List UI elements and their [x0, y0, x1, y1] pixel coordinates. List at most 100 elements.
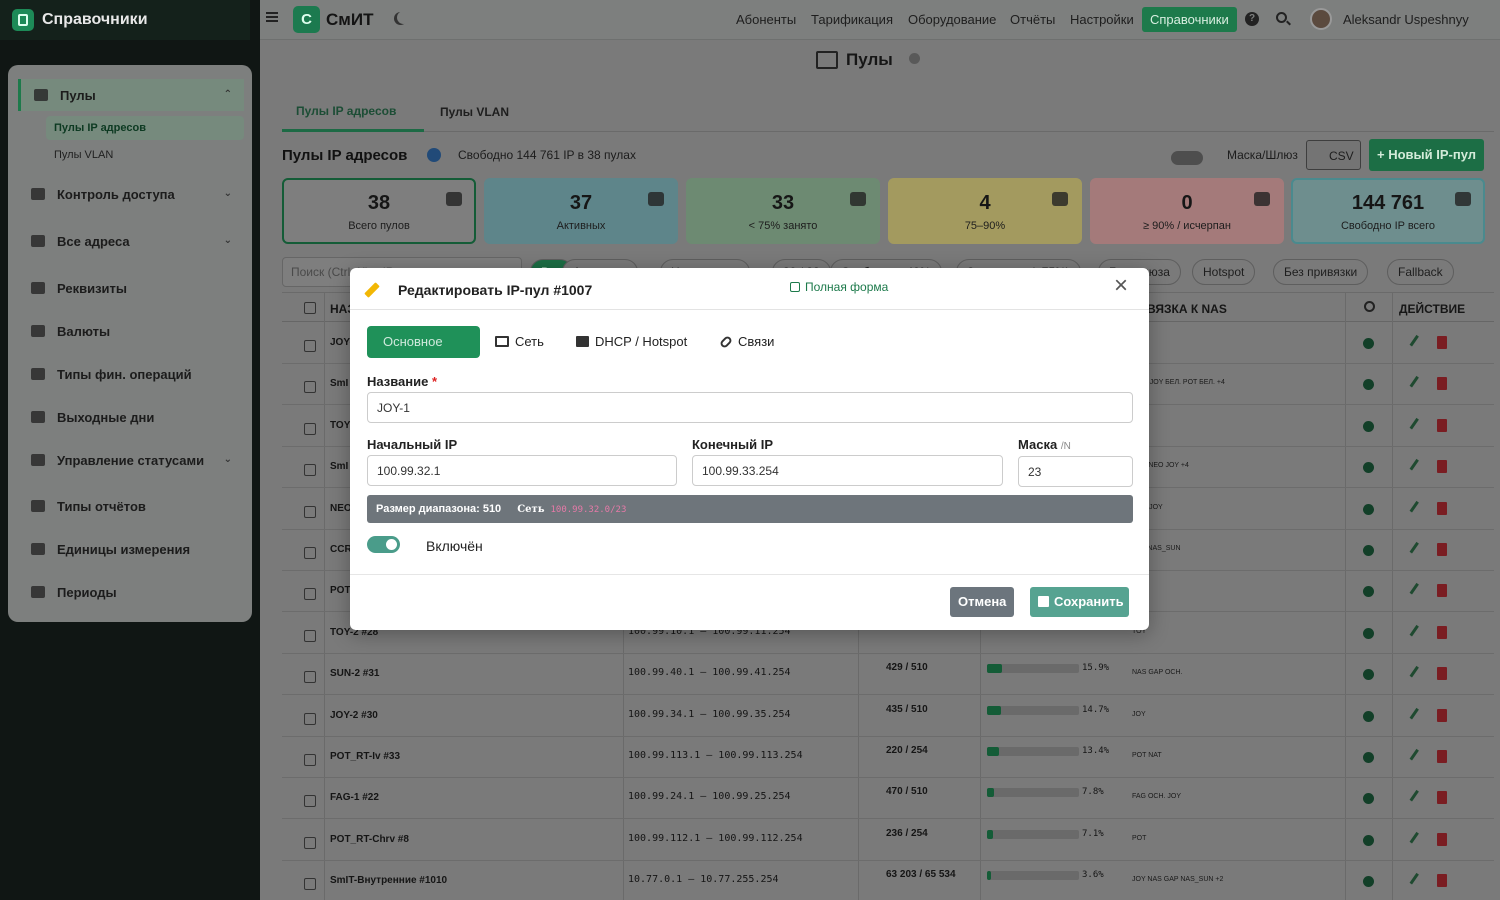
nav-reports[interactable]: Отчёты	[1010, 12, 1055, 27]
trash-icon[interactable]	[1437, 584, 1447, 598]
sidebar-item-fin-op-types[interactable]: Типы фин. операций	[18, 358, 244, 390]
row-checkbox[interactable]	[304, 836, 316, 849]
edit-icon[interactable]	[1409, 541, 1426, 559]
row-checkbox[interactable]	[304, 381, 316, 394]
sidebar-item-units[interactable]: Единицы измерения	[18, 533, 244, 565]
modal-tab-dhcp[interactable]: DHCP / Hotspot	[576, 326, 687, 358]
avatar[interactable]	[1310, 8, 1332, 30]
sidebar-item-access-control[interactable]: Контроль доступа ⌄	[18, 178, 244, 210]
filter-chip[interactable]: Fallback	[1387, 259, 1454, 285]
help-icon[interactable]: ?	[1245, 12, 1259, 26]
end-ip-input[interactable]: 100.99.33.254	[692, 455, 1003, 486]
trash-icon[interactable]	[1437, 874, 1447, 888]
table-row[interactable]: POT_RT-Chrv #8 100.99.112.1 — 100.99.112.…	[282, 820, 1494, 861]
sidebar-item-pools[interactable]: Пулы ⌃	[18, 79, 244, 111]
logo[interactable]: С	[293, 6, 320, 33]
modal-tab-network[interactable]: Сеть	[495, 326, 544, 358]
table-row[interactable]: FAG-1 #22 100.99.24.1 — 100.99.25.254 470 …	[282, 778, 1494, 820]
modal-tab-links[interactable]: Связи	[718, 326, 774, 358]
edit-icon[interactable]	[1409, 831, 1426, 848]
nav-equipment[interactable]: Оборудование	[908, 12, 996, 27]
stat-card[interactable]: 33 < 75% занято	[686, 178, 880, 244]
logo-text[interactable]: СмИТ	[326, 10, 373, 30]
row-checkbox[interactable]	[304, 547, 316, 559]
sidebar-subitem-vlan-pools[interactable]: Пулы VLAN	[54, 149, 113, 161]
sidebar-item-status-management[interactable]: Управление статусами ⌄	[18, 444, 244, 476]
pool-name[interactable]: POT_RT-Chrv #8	[330, 834, 409, 845]
trash-icon[interactable]	[1437, 377, 1447, 391]
row-checkbox[interactable]	[304, 629, 316, 642]
start-ip-input[interactable]: 100.99.32.1	[367, 455, 677, 486]
sidebar-item-requisites[interactable]: Реквизиты	[18, 272, 244, 304]
edit-icon[interactable]	[1409, 666, 1426, 683]
search-icon[interactable]	[1276, 12, 1287, 23]
trash-icon[interactable]	[1437, 708, 1447, 722]
pool-name[interactable]: SUN-2 #31	[330, 668, 379, 679]
enabled-switch[interactable]	[367, 536, 400, 553]
row-checkbox[interactable]	[304, 505, 316, 518]
pool-name[interactable]: POT_RT-Iv #33	[330, 751, 400, 762]
nav-directories[interactable]: Справочники	[1142, 7, 1237, 32]
filter-chip[interactable]: Без привязки	[1273, 259, 1369, 285]
table-row[interactable]: JOY-2 #30 100.99.34.1 — 100.99.35.254 435 …	[282, 696, 1494, 737]
mask-gateway-toggle[interactable]	[1171, 151, 1203, 165]
sidebar-item-addresses[interactable]: Все адреса ⌄	[18, 225, 244, 257]
name-input[interactable]: JOY-1	[367, 392, 1133, 423]
select-all-checkbox[interactable]	[304, 302, 316, 314]
row-checkbox[interactable]	[304, 588, 316, 601]
sidebar-item-report-types[interactable]: Типы отчётов	[18, 490, 244, 522]
row-checkbox[interactable]	[304, 340, 316, 352]
full-form-link[interactable]: Полная форма	[790, 280, 888, 294]
sidebar-item-holidays[interactable]: Выходные дни	[18, 401, 244, 433]
tab-vlan-pools[interactable]: Пулы VLAN	[440, 105, 509, 119]
trash-icon[interactable]	[1437, 460, 1447, 474]
edit-icon[interactable]	[1409, 748, 1426, 766]
trash-icon[interactable]	[1437, 336, 1447, 349]
pool-name[interactable]: SmIT-Внутренние #1010	[330, 875, 447, 886]
edit-icon[interactable]	[1409, 334, 1426, 352]
new-pool-button[interactable]: + Новый IP-пул	[1369, 139, 1484, 171]
table-row[interactable]: SmIT-Внутренние #1010 10.77.0.1 — 10.77.2…	[282, 861, 1494, 900]
sidebar-item-currencies[interactable]: Валюты	[18, 315, 244, 347]
stat-card[interactable]: 0 ≥ 90% / исчерпан	[1090, 178, 1284, 244]
row-checkbox[interactable]	[304, 464, 316, 477]
row-checkbox[interactable]	[304, 754, 316, 766]
trash-icon[interactable]	[1437, 543, 1447, 556]
sidebar-item-periods[interactable]: Периоды	[18, 576, 244, 608]
hamburger-icon[interactable]	[266, 12, 278, 22]
row-checkbox[interactable]	[304, 422, 316, 435]
pool-name[interactable]: POT	[330, 585, 351, 596]
trash-icon[interactable]	[1437, 418, 1447, 432]
save-button[interactable]: Сохранить	[1030, 587, 1129, 617]
pool-name[interactable]: CCR	[330, 544, 352, 555]
trash-icon[interactable]	[1437, 750, 1447, 763]
pool-name[interactable]: SmI	[330, 461, 348, 472]
csv-button[interactable]: CSV	[1306, 140, 1361, 170]
pool-name[interactable]: JOY-2 #30	[330, 710, 378, 721]
nav-tariffing[interactable]: Тарификация	[811, 12, 893, 27]
edit-icon[interactable]	[1409, 790, 1426, 807]
trash-icon[interactable]	[1437, 625, 1447, 639]
tab-ip-pools[interactable]: Пулы IP адресов	[282, 92, 424, 132]
edit-icon[interactable]	[1409, 624, 1426, 641]
table-row[interactable]: SUN-2 #31 100.99.40.1 — 100.99.41.254 429 …	[282, 654, 1494, 696]
stat-card[interactable]: 4 75–90%	[888, 178, 1082, 244]
edit-icon[interactable]	[1409, 459, 1426, 476]
filter-chip[interactable]: Hotspot	[1192, 259, 1256, 285]
edit-icon[interactable]	[1409, 417, 1426, 434]
edit-icon[interactable]	[1409, 873, 1426, 890]
edit-icon[interactable]	[1409, 583, 1426, 600]
column-header-nas[interactable]: ВЯЗКА К NAS	[1147, 302, 1227, 316]
trash-icon[interactable]	[1437, 832, 1447, 846]
row-checkbox[interactable]	[304, 795, 316, 808]
user-name[interactable]: Aleksandr Uspeshnyy	[1343, 12, 1469, 27]
trash-icon[interactable]	[1437, 501, 1447, 515]
trash-icon[interactable]	[1437, 791, 1447, 805]
modal-tab-basic[interactable]: Основное	[367, 326, 480, 358]
nav-settings[interactable]: Настройки	[1070, 12, 1134, 27]
row-checkbox[interactable]	[304, 878, 316, 891]
row-checkbox[interactable]	[304, 671, 316, 684]
pool-name[interactable]: SmI	[330, 378, 348, 389]
edit-icon[interactable]	[1409, 707, 1426, 724]
cancel-button[interactable]: Отмена	[950, 587, 1014, 617]
